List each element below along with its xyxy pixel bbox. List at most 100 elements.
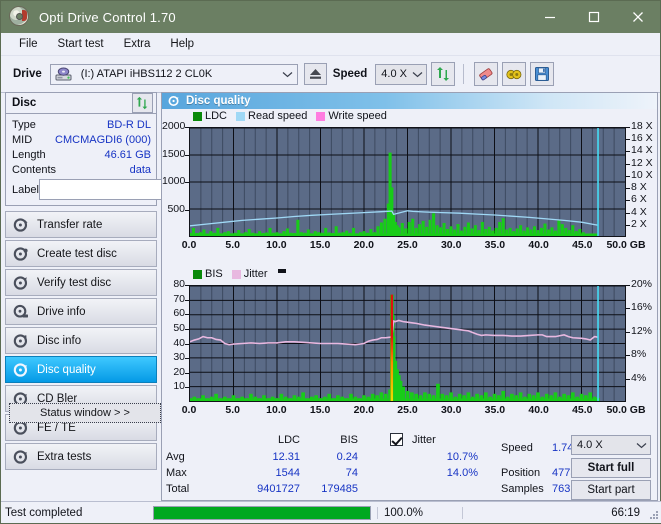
close-icon[interactable] (616, 1, 660, 33)
eject-icon (309, 69, 321, 79)
sidebar-item-disc-info[interactable]: Disc info (5, 327, 157, 354)
y-tick-mark (185, 154, 189, 156)
panel-header: Disc quality (162, 93, 657, 109)
disc-row-mid: MID CMCMAGDI6 (000) (12, 132, 151, 147)
disc-quality-icon (13, 362, 29, 378)
erase-button[interactable] (474, 62, 499, 86)
window-title: Opti Drive Control 1.70 (39, 9, 176, 25)
save-button[interactable] (530, 62, 555, 86)
y-tick-label: 50 (173, 321, 185, 334)
menu-bar: File Start test Extra Help (1, 33, 660, 56)
chevron-down-icon[interactable] (408, 71, 426, 78)
legend-label-jitter: Jitter (243, 268, 268, 280)
sidebar-item-disc-quality[interactable]: Disc quality (5, 356, 157, 383)
menu-file[interactable]: File (9, 36, 48, 52)
status-bar: Test completed 100.0% 66:19 (1, 501, 661, 523)
legend-swatch-write-speed (316, 111, 326, 121)
sidebar-item-verify-test-disc[interactable]: Verify test disc (5, 269, 157, 296)
sidebar-item-label: Drive info (37, 305, 86, 318)
test-speed-select[interactable]: 4.0 X (571, 435, 651, 455)
menu-help[interactable]: Help (160, 36, 204, 52)
maximize-icon[interactable] (572, 1, 616, 33)
statistics-panel: LDC BIS Jitter Avg Max Total 12.31 1544 … (162, 431, 657, 501)
y2-tick-label: 16 X (631, 132, 653, 145)
y2-tick-label: 18 X (631, 120, 653, 132)
disc-quality-icon (168, 95, 180, 107)
y2-tick-label: 8% (631, 348, 647, 361)
stats-row-max: Max (166, 467, 187, 479)
refresh-button[interactable] (431, 62, 456, 86)
sidebar-item-create-test-disc[interactable]: Create test disc (5, 240, 157, 267)
minimize-icon[interactable] (528, 1, 572, 33)
y2-tick-label: 12% (631, 324, 653, 337)
sidebar-item-transfer-rate[interactable]: Transfer rate (5, 211, 157, 238)
ldc-read-speed-chart: LDC Read speed Write speed 500 1000 1500 20… (162, 109, 657, 251)
y2-tick-mark (626, 355, 630, 357)
chevron-down-icon[interactable] (279, 71, 297, 78)
disc-refresh-button[interactable] (132, 93, 153, 113)
drive-info-icon (13, 304, 29, 320)
y2-tick-mark (626, 308, 630, 310)
speed-label: Speed (332, 68, 368, 80)
y2-tick-label: 14 X (631, 144, 653, 157)
y-tick-label: 20 (173, 365, 185, 378)
y2-tick-mark (626, 151, 630, 153)
drive-select[interactable]: (I:) ATAPI iHBS112 2 CL0K (49, 63, 298, 85)
app-disc-icon (9, 6, 31, 28)
start-part-button[interactable]: Start part (571, 480, 651, 500)
disc-info-rows: Type BD-R DL MID CMCMAGDI6 (000) Length … (6, 114, 243, 205)
sidebar-item-extra-tests[interactable]: Extra tests (5, 443, 157, 470)
main-body: Disc Type BD-R DL MID CMCMAGDI6 (000) Le… (1, 92, 661, 501)
y2-tick-label: 4 X (631, 205, 647, 218)
y2-tick-mark (626, 378, 630, 380)
disc-row-length-key: Length (12, 148, 46, 161)
chart1-canvas (190, 128, 625, 236)
y2-tick-label: 6 X (631, 193, 647, 206)
speed-value: 4.0 X (381, 68, 407, 80)
y2-tick-mark (626, 200, 630, 202)
refresh-icon (436, 66, 449, 81)
legend-label-read-speed: Read speed (248, 110, 308, 122)
status-window-button[interactable]: Status window > > (9, 403, 161, 423)
chart1-plot-area (189, 127, 626, 237)
disc-quality-panel: Disc quality LDC Read speed Write speed … (161, 92, 658, 501)
y-tick-label: 500 (167, 202, 185, 215)
y2-tick-label: 2 X (631, 217, 647, 230)
disc-row-contents-value: data (129, 163, 151, 176)
y-tick-mark (185, 328, 189, 330)
jitter-checkbox[interactable] (390, 433, 403, 446)
sidebar-item-label: Verify test disc (37, 276, 112, 289)
menu-extra[interactable]: Extra (114, 36, 161, 52)
resize-grip[interactable] (649, 510, 659, 520)
y-tick-mark (185, 209, 189, 211)
progress-percent: 100.0% (377, 506, 462, 519)
x-tick-label: 50.0 GB (606, 404, 646, 416)
y-tick-label: 2000 (162, 120, 186, 132)
eject-button[interactable] (303, 63, 327, 85)
x-tick-label: 50.0 GB (606, 239, 646, 251)
stats-row-avg: Avg (166, 451, 185, 463)
status-text: Test completed (5, 506, 83, 519)
disc-label-row: Label (12, 179, 243, 200)
menu-start-test[interactable]: Start test (48, 36, 114, 52)
start-full-button[interactable]: Start full (571, 458, 651, 478)
tools-button[interactable] (502, 62, 527, 86)
bis-jitter-chart: BIS Jitter 10 20 30 40 50 60 70 80 4% 8% 12% 16% 20… (162, 268, 657, 418)
chevron-down-icon[interactable] (632, 442, 650, 449)
y-tick-mark (185, 299, 189, 301)
y-tick-mark (185, 343, 189, 345)
y-tick-label: 1500 (162, 147, 186, 160)
y-tick-label: 40 (173, 336, 185, 349)
y2-tick-mark (626, 331, 630, 333)
sidebar-item-drive-info[interactable]: Drive info (5, 298, 157, 325)
y-tick-mark (185, 387, 189, 389)
jitter-label: Jitter (412, 434, 436, 446)
disc-info-icon (13, 333, 29, 349)
legend-swatch-read-speed (236, 111, 246, 121)
application-window: Opti Drive Control 1.70 File Start test … (0, 0, 661, 524)
y2-tick-mark (626, 285, 630, 286)
speed-select[interactable]: 4.0 X (375, 63, 428, 85)
stats-jitter-avg: 10.7% (446, 451, 478, 463)
stats-jitter-max: 14.0% (446, 467, 478, 479)
legend-swatch-jitter (231, 269, 241, 279)
